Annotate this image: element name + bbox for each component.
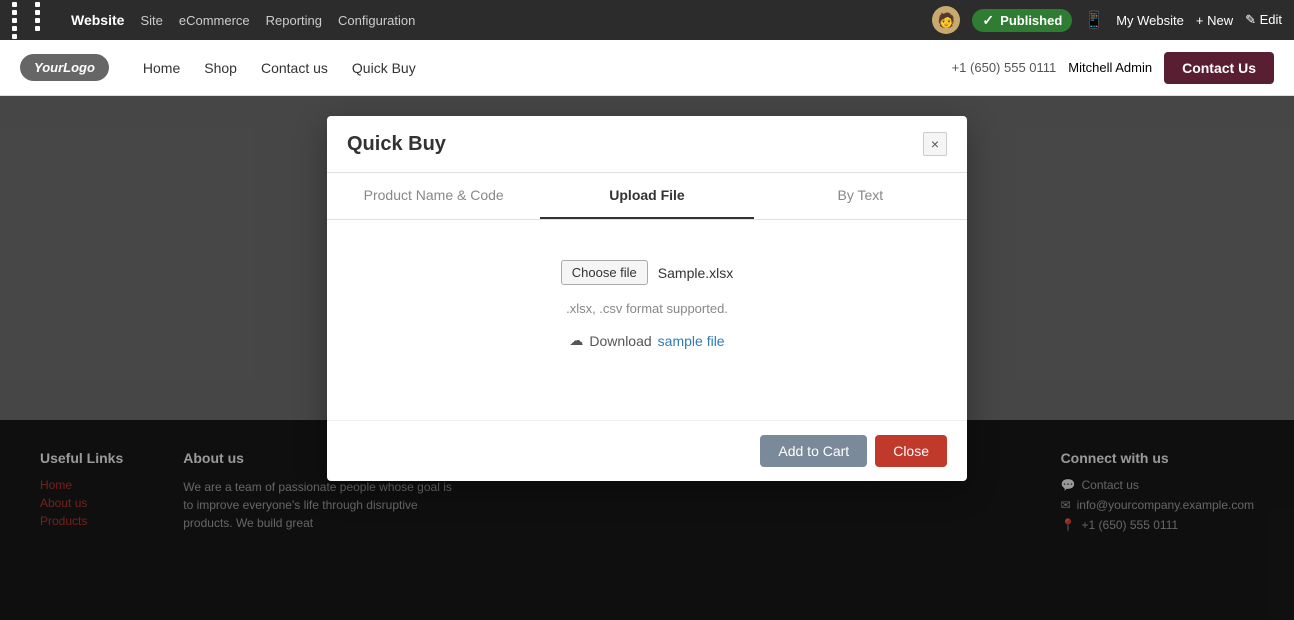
quick-buy-modal: Quick Buy × Product Name & Code Upload F… bbox=[327, 116, 967, 481]
admin-nav-configuration[interactable]: Configuration bbox=[338, 13, 415, 28]
file-input-row: Choose file Sample.xlsx bbox=[561, 260, 734, 285]
admin-nav-ecommerce[interactable]: eCommerce bbox=[179, 13, 250, 28]
close-button[interactable]: Close bbox=[875, 435, 947, 467]
modal-overlay: Quick Buy × Product Name & Code Upload F… bbox=[0, 96, 1294, 620]
nav-home[interactable]: Home bbox=[143, 60, 180, 76]
edit-button[interactable]: ✎ Edit bbox=[1245, 12, 1282, 28]
site-logo[interactable]: YourLogo bbox=[20, 54, 109, 81]
nav-contact[interactable]: Contact us bbox=[261, 60, 328, 76]
admin-nav-site[interactable]: Site bbox=[140, 13, 162, 28]
modal-body: Choose file Sample.xlsx .xlsx, .csv form… bbox=[327, 220, 967, 420]
admin-nav-reporting[interactable]: Reporting bbox=[266, 13, 322, 28]
mobile-icon[interactable]: 📱 bbox=[1084, 10, 1104, 30]
phone-number: +1 (650) 555 0111 bbox=[952, 60, 1057, 75]
modal-tabs: Product Name & Code Upload File By Text bbox=[327, 173, 967, 220]
site-name[interactable]: Website bbox=[71, 12, 124, 28]
sample-file-link[interactable]: sample file bbox=[658, 333, 725, 349]
modal-title: Quick Buy bbox=[347, 133, 446, 156]
download-section: ☁ Download sample file bbox=[569, 332, 724, 349]
website-nav: YourLogo Home Shop Contact us Quick Buy … bbox=[0, 40, 1294, 96]
new-button[interactable]: + New bbox=[1196, 13, 1233, 28]
published-label: Published bbox=[1000, 13, 1062, 28]
tab-product-name-code[interactable]: Product Name & Code bbox=[327, 173, 540, 219]
modal-header: Quick Buy × bbox=[327, 116, 967, 173]
admin-user-name[interactable]: Mitchell Admin bbox=[1068, 60, 1152, 75]
choose-file-button[interactable]: Choose file bbox=[561, 260, 648, 285]
file-format-hint: .xlsx, .csv format supported. bbox=[566, 301, 728, 316]
page-background: Useful Links Home About us Products Abou… bbox=[0, 96, 1294, 620]
my-website-link[interactable]: My Website bbox=[1116, 13, 1184, 28]
nav-quick-buy[interactable]: Quick Buy bbox=[352, 60, 416, 76]
add-to-cart-button[interactable]: Add to Cart bbox=[760, 435, 867, 467]
modal-footer: Add to Cart Close bbox=[327, 420, 967, 481]
modal-close-button[interactable]: × bbox=[923, 132, 947, 156]
download-label: Download bbox=[589, 333, 651, 349]
user-avatar: 🧑 bbox=[932, 6, 960, 34]
download-icon: ☁ bbox=[569, 332, 583, 349]
contact-us-button[interactable]: Contact Us bbox=[1164, 52, 1274, 84]
admin-bar: Website Site eCommerce Reporting Configu… bbox=[0, 0, 1294, 40]
tab-upload-file[interactable]: Upload File bbox=[540, 173, 753, 219]
tab-by-text[interactable]: By Text bbox=[754, 173, 967, 219]
file-name: Sample.xlsx bbox=[658, 265, 733, 281]
published-badge[interactable]: ✓ Published bbox=[972, 9, 1072, 32]
nav-shop[interactable]: Shop bbox=[204, 60, 237, 76]
check-icon: ✓ bbox=[982, 12, 994, 29]
apps-icon[interactable] bbox=[12, 2, 55, 39]
